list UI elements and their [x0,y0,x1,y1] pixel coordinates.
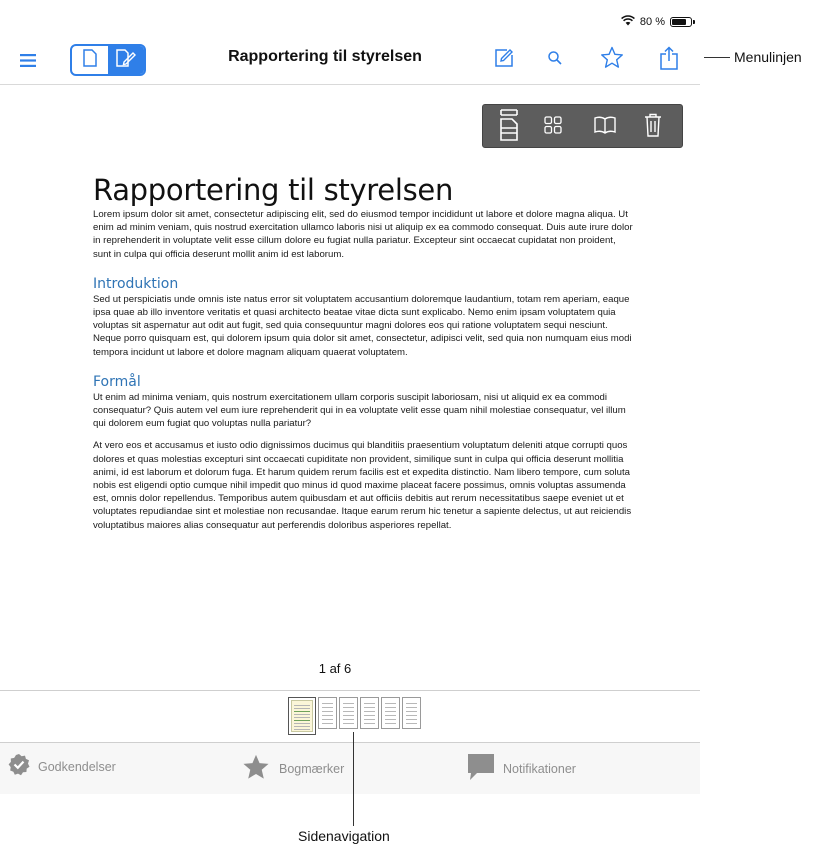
page-thumbnail[interactable] [360,697,379,729]
document-page: Rapportering til styrelsen Lorem ipsum d… [93,172,633,532]
page-thumbnail[interactable] [339,697,358,729]
search-button[interactable] [541,46,569,74]
tab-notifikationer[interactable]: Notifikationer [467,753,576,784]
page-layout-icon [499,108,519,146]
wifi-icon [620,15,635,29]
section-body-formal-2: At vero eos et accusamus et iusto odio d… [93,440,632,531]
chat-bubble-icon [467,753,495,784]
tab-bar: Godkendelser Bogmærker Notifikationer [0,742,700,794]
edit-icon [494,48,514,73]
annotate-view-button[interactable] [108,46,144,74]
search-icon [547,50,563,71]
thumbnail-divider [0,690,700,691]
page-nav-callout-line [353,732,354,826]
annotate-icon [116,48,136,72]
menu-bar: Rapportering til styrelsen [0,40,700,85]
page-icon [83,48,97,72]
tab-godkendelser[interactable]: Godkendelser [8,753,116,780]
badge-check-icon [8,753,30,780]
section-body-introduktion: Sed ut perspiciatis unde omnis iste natu… [93,293,632,358]
tab-label: Godkendelser [38,759,116,774]
document-title: Rapportering til styrelsen [93,173,454,207]
tab-label: Bogmærker [279,761,345,776]
share-icon [659,45,679,75]
share-button[interactable] [654,44,684,76]
tab-bogmaerker[interactable]: Bogmærker [241,753,344,784]
grid-view-button[interactable] [537,111,569,143]
page-nav-callout-label: Sidenavigation [298,828,390,844]
menu-callout-label: Menulinjen [734,49,802,65]
hamburger-menu-icon[interactable] [14,48,42,72]
page-thumbnail[interactable] [402,697,421,729]
page-thumbnail-strip [288,697,421,735]
view-mode-toggle [70,44,146,76]
grid-icon [544,115,562,139]
section-heading-formal: Formål [93,373,141,390]
star-filled-icon [241,753,271,784]
favorite-button[interactable] [597,45,627,75]
document-intro: Lorem ipsum dolor sit amet, consectetur … [93,209,633,260]
page-indicator: 1 af 6 [299,660,371,678]
page-thumbnail[interactable] [318,697,337,729]
menu-callout-line [704,57,730,58]
section-heading-introduktion: Introduktion [93,275,179,292]
battery-icon [670,17,695,27]
book-icon [593,116,617,139]
trash-icon [644,113,662,142]
star-icon [600,46,624,74]
page-title: Rapportering til styrelsen [228,48,422,65]
page-thumbnail[interactable] [381,697,400,729]
section-body-formal-1: Ut enim ad minima veniam, quis nostrum e… [93,391,626,430]
status-bar: 80 % [620,14,695,30]
page-thumbnail[interactable] [288,697,316,735]
tab-label: Notifikationer [503,761,576,776]
delete-button[interactable] [635,109,671,145]
document-toolbar [482,104,683,148]
book-view-button[interactable] [587,111,623,143]
page-view-button[interactable] [72,46,108,74]
edit-button[interactable] [490,46,518,74]
battery-percentage: 80 % [639,16,665,28]
page-layout-button[interactable] [491,107,527,147]
